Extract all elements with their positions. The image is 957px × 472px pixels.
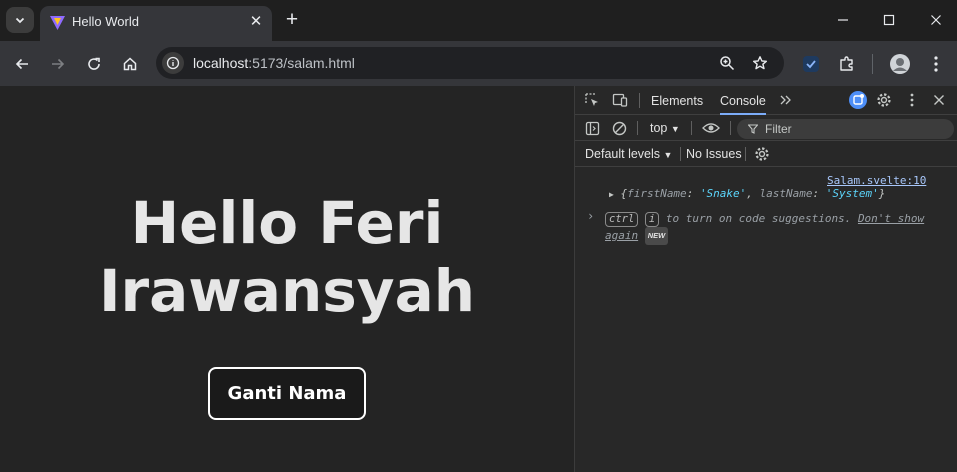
site-info-icon[interactable]: [162, 52, 184, 74]
separator: [637, 121, 638, 135]
device-toggle-icon[interactable]: [610, 90, 630, 110]
bookmark-star-icon[interactable]: [750, 53, 770, 73]
back-icon[interactable]: [9, 51, 35, 77]
ai-assistant-icon[interactable]: [848, 90, 868, 110]
kbd-i: i: [644, 212, 660, 227]
context-selector[interactable]: top ▼: [650, 121, 680, 135]
profile-avatar[interactable]: [888, 52, 912, 76]
zoom-icon[interactable]: [717, 53, 737, 73]
chevron-down-icon: [15, 17, 25, 24]
separator: [745, 147, 746, 161]
forward-icon[interactable]: [45, 51, 71, 77]
url-text: localhost:5173/salam.html: [193, 55, 355, 71]
inspect-element-icon[interactable]: [582, 90, 602, 110]
extension-check-icon[interactable]: [799, 52, 823, 76]
new-badge: NEW: [644, 227, 669, 245]
log-levels-dropdown[interactable]: Default levels ▼: [585, 147, 672, 161]
devtools-panel: Elements Console top ▼ Filter Default le…: [574, 86, 957, 472]
separator: [639, 93, 640, 108]
browser-menu-icon[interactable]: [924, 52, 948, 76]
devtools-tab-row: Elements Console: [575, 86, 957, 115]
extensions-puzzle-icon[interactable]: [835, 52, 859, 76]
more-tabs-icon[interactable]: [776, 90, 796, 110]
tab-strip: Hello World ✕ +: [0, 0, 957, 41]
tab-elements[interactable]: Elements: [651, 94, 703, 108]
console-toolbar: top ▼ Filter: [575, 115, 957, 141]
tab-search-button[interactable]: [6, 7, 34, 33]
log-object-entry[interactable]: ▶ {firstName: 'Snake', lastName: 'System…: [609, 187, 885, 200]
separator: [730, 121, 731, 135]
tab-console[interactable]: Console: [720, 94, 766, 115]
expand-triangle-icon[interactable]: ▶: [609, 190, 614, 199]
kbd-ctrl: ctrl: [605, 212, 639, 227]
minimize-icon[interactable]: [831, 9, 855, 31]
greeting-heading: Hello Feri Irawansyah: [98, 189, 476, 325]
reload-icon[interactable]: [81, 51, 107, 77]
close-devtools-icon[interactable]: [929, 90, 949, 110]
prompt-chevron-icon: ›: [587, 209, 595, 223]
separator: [680, 147, 681, 161]
issues-count[interactable]: No Issues: [686, 147, 742, 161]
sidebar-toggle-icon[interactable]: [582, 118, 602, 138]
filter-input[interactable]: Filter: [737, 119, 954, 139]
change-name-button[interactable]: Ganti Nama: [208, 367, 366, 420]
toolbar-divider: [872, 54, 873, 74]
close-tab-icon[interactable]: ✕: [247, 13, 265, 31]
filter-placeholder: Filter: [765, 122, 792, 136]
live-expression-eye-icon[interactable]: [701, 118, 721, 138]
hint-text: to turn on code suggestions.: [665, 212, 852, 225]
browser-toolbar: localhost:5173/salam.html: [0, 41, 957, 86]
separator: [691, 121, 692, 135]
tab-title: Hello World: [72, 14, 139, 29]
filter-funnel-icon: [748, 124, 758, 134]
settings-gear-icon[interactable]: [874, 90, 894, 110]
page-viewport: Hello Feri Irawansyah Ganti Nama: [0, 86, 574, 472]
console-settings-gear-icon[interactable]: [752, 144, 772, 164]
clear-console-icon[interactable]: [609, 118, 629, 138]
window-close-icon[interactable]: [924, 9, 948, 31]
code-suggestion-hint: ctrl i to turn on code suggestions. Don'…: [605, 211, 950, 245]
vite-logo-icon: [50, 16, 65, 30]
log-source-link[interactable]: Salam.svelte:10: [827, 174, 926, 187]
maximize-icon[interactable]: [877, 9, 901, 31]
address-bar[interactable]: localhost:5173/salam.html: [156, 47, 784, 79]
console-levels-row: Default levels ▼ No Issues: [575, 141, 957, 167]
home-icon[interactable]: [117, 51, 143, 77]
new-tab-button[interactable]: +: [280, 9, 304, 31]
devtools-menu-icon[interactable]: [902, 90, 922, 110]
browser-tab[interactable]: Hello World ✕: [40, 6, 272, 41]
